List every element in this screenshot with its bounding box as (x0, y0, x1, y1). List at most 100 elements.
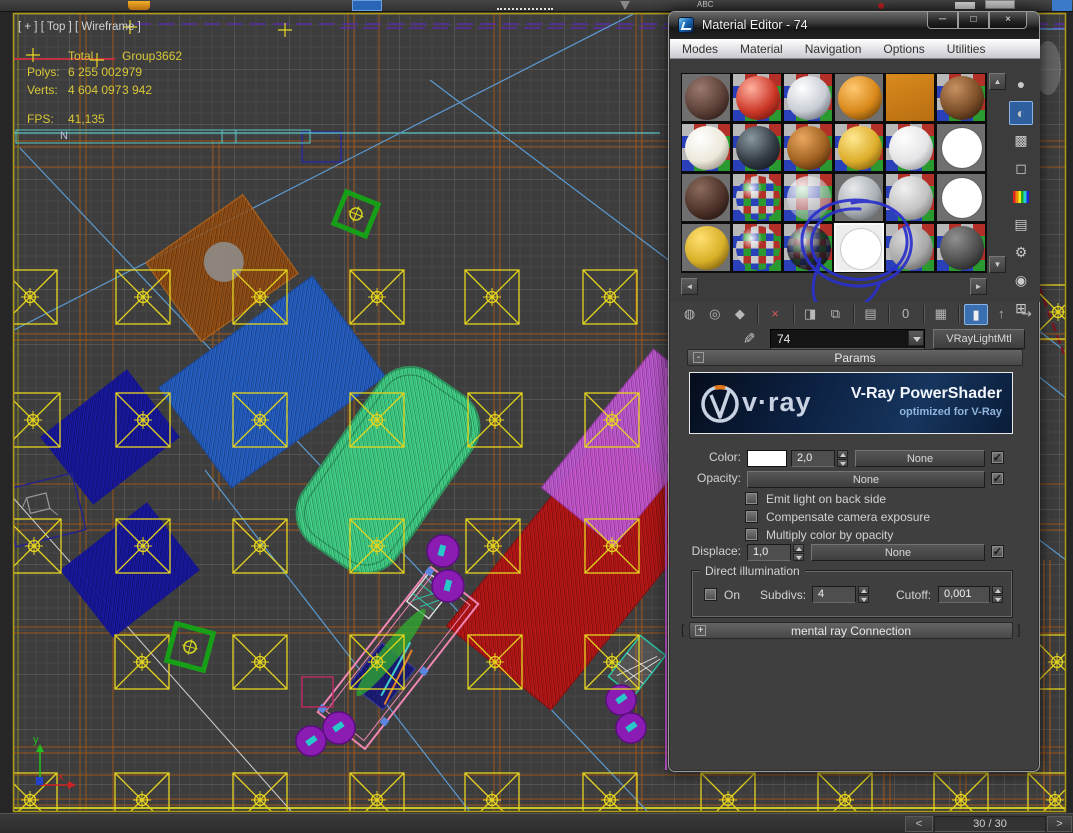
material-slot-21[interactable] (783, 223, 833, 272)
mental-ray-rollout-header[interactable]: + mental ray Connection (689, 622, 1013, 639)
get-material-icon[interactable]: ◍ (678, 304, 701, 325)
pager-next-button[interactable]: > (1047, 816, 1072, 832)
make-unique-icon[interactable]: ⧉ (824, 304, 847, 325)
select-by-material-icon[interactable]: ◉ (1009, 269, 1033, 293)
expand-icon[interactable]: + (695, 625, 706, 636)
maximize-button[interactable]: □ (958, 12, 989, 29)
subdivs-spinner[interactable] (858, 586, 869, 603)
displace-spinner[interactable] (793, 544, 804, 561)
material-slot-18[interactable] (936, 173, 986, 222)
material-slot-14[interactable] (732, 173, 782, 222)
material-type-button[interactable]: VRayLightMtl (933, 329, 1025, 349)
material-slot-4[interactable] (834, 73, 884, 122)
material-slot-2[interactable] (732, 73, 782, 122)
menu-bar[interactable]: Modes Material Navigation Options Utilities (670, 39, 1040, 59)
material-slot-19[interactable] (681, 223, 731, 272)
close-button[interactable]: × (989, 12, 1027, 29)
scroll-left-button[interactable]: ◄ (681, 278, 698, 295)
material-slot-22-selected[interactable] (834, 223, 884, 272)
toolbar-icon-fragment (497, 1, 553, 10)
backlight-icon[interactable]: ◐ (1009, 101, 1033, 125)
opacity-map-button[interactable]: None (747, 471, 985, 488)
svg-text:6 255 002: 6 255 002 (68, 65, 122, 79)
show-in-viewport-icon[interactable]: ▦ (929, 304, 952, 325)
make-preview-icon[interactable]: ▤ (1009, 213, 1033, 237)
material-slot-24[interactable] (936, 223, 986, 272)
displace-map-button[interactable]: None (811, 544, 985, 561)
params-rollout-header[interactable]: - Params (687, 349, 1023, 366)
material-slot-13[interactable] (681, 173, 731, 222)
scroll-right-button[interactable]: ► (970, 278, 987, 295)
color-swatch[interactable] (747, 450, 787, 467)
color-multiplier-spinner[interactable] (837, 450, 848, 467)
pick-material-icon[interactable]: ✎ (739, 332, 757, 345)
checkbox-label: Multiply color by opacity (766, 528, 893, 542)
material-slot-12[interactable] (936, 123, 986, 172)
svg-text:FPS:: FPS: (27, 112, 54, 126)
cutoff-field[interactable]: 0,001 (938, 586, 990, 603)
color-map-button[interactable]: None (855, 450, 985, 467)
scroll-up-button[interactable]: ▲ (989, 73, 1006, 90)
material-name-dropdown-icon[interactable] (908, 330, 924, 346)
material-slot-5[interactable] (885, 73, 935, 122)
material-slot-10[interactable] (834, 123, 884, 172)
options-icon[interactable]: ⚙ (1009, 241, 1033, 265)
material-slot-3[interactable] (783, 73, 833, 122)
sample-uv-tiling-icon[interactable]: ◻ (1009, 157, 1033, 181)
viewport-label[interactable]: [ + ] [ Top ] [ Wireframe ] (18, 21, 141, 33)
show-end-result-icon[interactable]: ▮ (964, 304, 987, 325)
material-slot-7[interactable] (681, 123, 731, 172)
toolbar-active-button[interactable] (352, 0, 382, 11)
displace-map-checkbox[interactable]: ✓ (991, 545, 1004, 558)
make-copy-icon[interactable]: ◨ (799, 304, 822, 325)
menu-modes[interactable]: Modes (682, 42, 718, 56)
checkbox-multiply-color-by-opacity[interactable] (745, 528, 758, 541)
direct-illumination-on-checkbox[interactable] (704, 588, 717, 601)
put-to-scene-icon[interactable]: ◎ (703, 304, 726, 325)
material-slot-6[interactable] (936, 73, 986, 122)
opacity-map-checkbox[interactable]: ✓ (991, 472, 1004, 485)
collapse-icon[interactable]: - (693, 352, 704, 363)
background-icon[interactable]: ▩ (1009, 129, 1033, 153)
menu-material[interactable]: Material (740, 42, 783, 56)
minimize-button[interactable]: ─ (927, 12, 958, 29)
cutoff-spinner[interactable] (992, 586, 1003, 603)
material-slot-1[interactable] (681, 73, 731, 122)
subdivs-field[interactable]: 4 (812, 586, 856, 603)
material-id-icon[interactable]: 0 (894, 304, 917, 325)
material-slot-8[interactable] (732, 123, 782, 172)
svg-text:Group3662: Group3662 (122, 49, 182, 63)
material-slot-15[interactable] (783, 173, 833, 222)
material-slot-23[interactable] (885, 223, 935, 272)
material-name-field[interactable]: 74 (770, 329, 925, 349)
material-slot-17[interactable] (885, 173, 935, 222)
menu-utilities[interactable]: Utilities (947, 42, 986, 56)
menu-options[interactable]: Options (883, 42, 924, 56)
sample-palette: ▲ ▼ ◄ ► ●◐▩◻▤⚙◉⊞ (670, 59, 1040, 302)
assign-to-selection-icon[interactable]: ◆ (728, 304, 751, 325)
material-editor-window[interactable]: Material Editor - 74 ─ □ × Modes Material… (668, 11, 1040, 772)
toolbar-separator (958, 305, 960, 323)
scroll-down-button[interactable]: ▼ (989, 256, 1006, 273)
sample-type-icon[interactable]: ● (1009, 73, 1033, 97)
reset-map-icon[interactable]: × (763, 304, 786, 325)
material-slot-16[interactable] (834, 173, 884, 222)
checkbox-emit-light-on-back-side[interactable] (745, 492, 758, 505)
video-color-check-icon[interactable] (1009, 185, 1033, 209)
go-forward-sibling-icon[interactable]: ↪ (1015, 304, 1038, 325)
title-bar[interactable]: Material Editor - 74 ─ □ × (669, 12, 1039, 39)
pager-prev-button[interactable]: < (905, 816, 933, 832)
material-slot-9[interactable] (783, 123, 833, 172)
put-to-library-icon[interactable]: ▤ (859, 304, 882, 325)
menu-navigation[interactable]: Navigation (805, 42, 862, 56)
material-slot-11[interactable] (885, 123, 935, 172)
go-to-parent-icon[interactable]: ↑ (990, 304, 1013, 325)
material-sphere (838, 76, 882, 120)
checkbox-compensate-camera-exposure[interactable] (745, 510, 758, 523)
displace-field[interactable]: 1,0 (747, 544, 791, 561)
material-sphere (736, 76, 780, 120)
toolbar-icon-fragment (1052, 0, 1072, 11)
color-map-checkbox[interactable]: ✓ (991, 451, 1004, 464)
material-slot-20[interactable] (732, 223, 782, 272)
color-multiplier-field[interactable]: 2,0 (791, 450, 835, 467)
